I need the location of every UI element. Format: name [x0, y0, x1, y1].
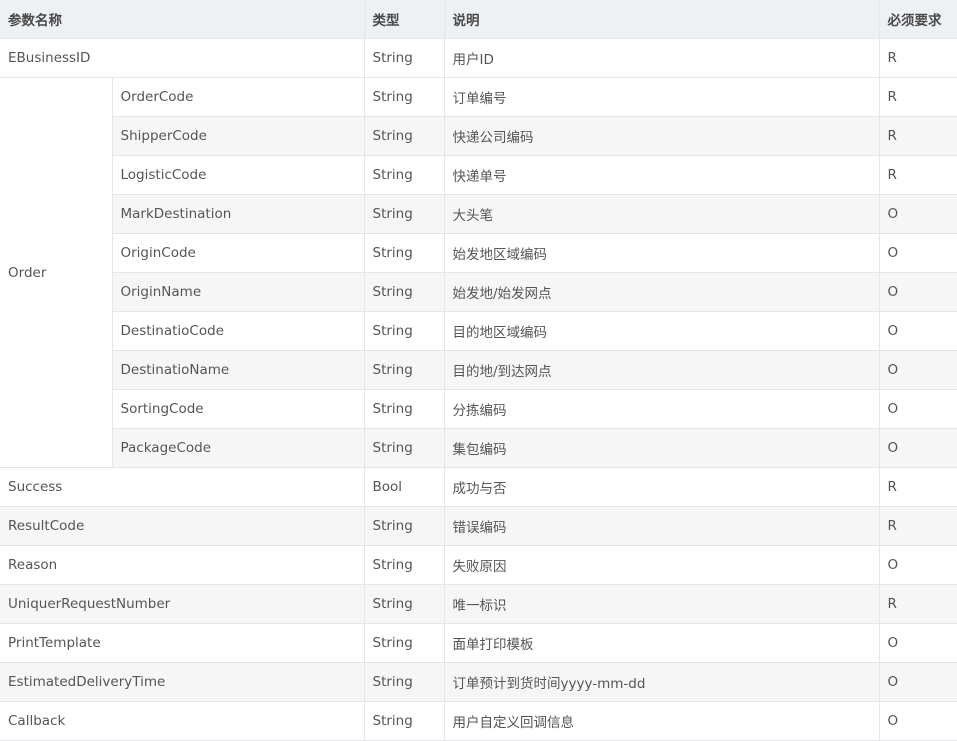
header-param-name: 参数名称 [0, 0, 365, 39]
param-description: 目的地区域编码 [444, 311, 880, 351]
param-type: String [364, 311, 445, 351]
table-header-row: 参数名称 类型 说明 必须要求 [0, 0, 957, 39]
table-row: OriginCode String 始发地区域编码 O [0, 233, 957, 273]
header-type: 类型 [364, 0, 445, 39]
table-row: Success Bool 成功与否 R [0, 467, 957, 507]
param-description: 唯一标识 [444, 584, 880, 624]
param-description: 失败原因 [444, 545, 880, 585]
param-name: LogisticCode [112, 155, 365, 195]
param-description: 错误编码 [444, 506, 880, 546]
param-description: 成功与否 [444, 467, 880, 507]
param-description: 始发地/始发网点 [444, 272, 880, 312]
table-row: Callback String 用户自定义回调信息 O [0, 701, 957, 741]
table-row: DestinatioCode String 目的地区域编码 O [0, 311, 957, 351]
param-name: DestinatioName [112, 350, 365, 390]
param-required: R [879, 584, 957, 624]
param-name: EBusinessID [0, 38, 365, 78]
param-name: ShipperCode [112, 116, 365, 156]
param-description: 快递单号 [444, 155, 880, 195]
table-row: OriginName String 始发地/始发网点 O [0, 272, 957, 312]
param-description: 始发地区域编码 [444, 233, 880, 273]
param-type: String [364, 389, 445, 429]
param-name: PackageCode [112, 428, 365, 468]
param-name: DestinatioCode [112, 311, 365, 351]
param-name: MarkDestination [112, 194, 365, 234]
param-name: Reason [0, 545, 365, 585]
param-type: String [364, 272, 445, 312]
param-type: String [364, 116, 445, 156]
param-type: String [364, 506, 445, 546]
param-type: String [364, 38, 445, 78]
param-name: UniquerRequestNumber [0, 584, 365, 624]
param-required: O [879, 350, 957, 390]
table-row: PrintTemplate String 面单打印模板 O [0, 623, 957, 663]
table-row: Order OrderCode String 订单编号 R [0, 77, 957, 468]
param-description: 用户ID [444, 38, 880, 78]
param-required: R [879, 116, 957, 156]
param-type: String [364, 623, 445, 663]
param-required: R [879, 77, 957, 117]
param-required: O [879, 272, 957, 312]
param-name: OriginCode [112, 233, 365, 273]
param-type: String [364, 545, 445, 585]
table-row: EBusinessID String 用户ID R [0, 38, 957, 78]
param-required: O [879, 194, 957, 234]
param-required: O [879, 545, 957, 585]
table-row: LogisticCode String 快递单号 R [0, 155, 957, 195]
param-description: 订单编号 [444, 77, 880, 117]
param-type: String [364, 233, 445, 273]
param-required: R [879, 38, 957, 78]
param-name: PrintTemplate [0, 623, 365, 663]
param-type: String [364, 155, 445, 195]
param-required: O [879, 428, 957, 468]
param-type: String [364, 77, 445, 117]
param-description: 订单预计到货时间yyyy-mm-dd [444, 662, 880, 702]
param-description: 分拣编码 [444, 389, 880, 429]
table-row: ResultCode String 错误编码 R [0, 506, 957, 546]
header-description: 说明 [444, 0, 880, 39]
header-required: 必须要求 [879, 0, 957, 39]
param-required: R [879, 467, 957, 507]
table-row: ShipperCode String 快递公司编码 R [0, 116, 957, 156]
param-name: Callback [0, 701, 365, 741]
param-name: EstimatedDeliveryTime [0, 662, 365, 702]
param-type: String [364, 350, 445, 390]
param-description: 用户自定义回调信息 [444, 701, 880, 741]
parameter-table: 参数名称 类型 说明 必须要求 EBusinessID String 用户ID … [0, 0, 957, 741]
param-description: 面单打印模板 [444, 623, 880, 663]
table-row: UniquerRequestNumber String 唯一标识 R [0, 584, 957, 624]
param-required: O [879, 311, 957, 351]
param-description: 大头笔 [444, 194, 880, 234]
param-name: OriginName [112, 272, 365, 312]
param-name: ResultCode [0, 506, 365, 546]
param-required: O [879, 701, 957, 741]
param-type: String [364, 584, 445, 624]
param-type: String [364, 662, 445, 702]
param-required: O [879, 623, 957, 663]
param-name: Success [0, 467, 365, 507]
param-type: String [364, 428, 445, 468]
param-type: Bool [364, 467, 445, 507]
table-row: SortingCode String 分拣编码 O [0, 389, 957, 429]
table-row: MarkDestination String 大头笔 O [0, 194, 957, 234]
param-required: R [879, 506, 957, 546]
param-name: OrderCode [112, 77, 365, 117]
param-description: 集包编码 [444, 428, 880, 468]
param-required: O [879, 389, 957, 429]
param-type: String [364, 194, 445, 234]
param-required: O [879, 233, 957, 273]
param-description: 目的地/到达网点 [444, 350, 880, 390]
param-required: O [879, 662, 957, 702]
table-row: DestinatioName String 目的地/到达网点 O [0, 350, 957, 390]
param-required: R [879, 155, 957, 195]
table-row: EstimatedDeliveryTime String 订单预计到货时间yyy… [0, 662, 957, 702]
param-type: String [364, 701, 445, 741]
table-row: PackageCode String 集包编码 O [0, 428, 957, 468]
param-name: SortingCode [112, 389, 365, 429]
param-description: 快递公司编码 [444, 116, 880, 156]
table-row: Reason String 失败原因 O [0, 545, 957, 585]
param-group-name: Order [0, 77, 113, 468]
